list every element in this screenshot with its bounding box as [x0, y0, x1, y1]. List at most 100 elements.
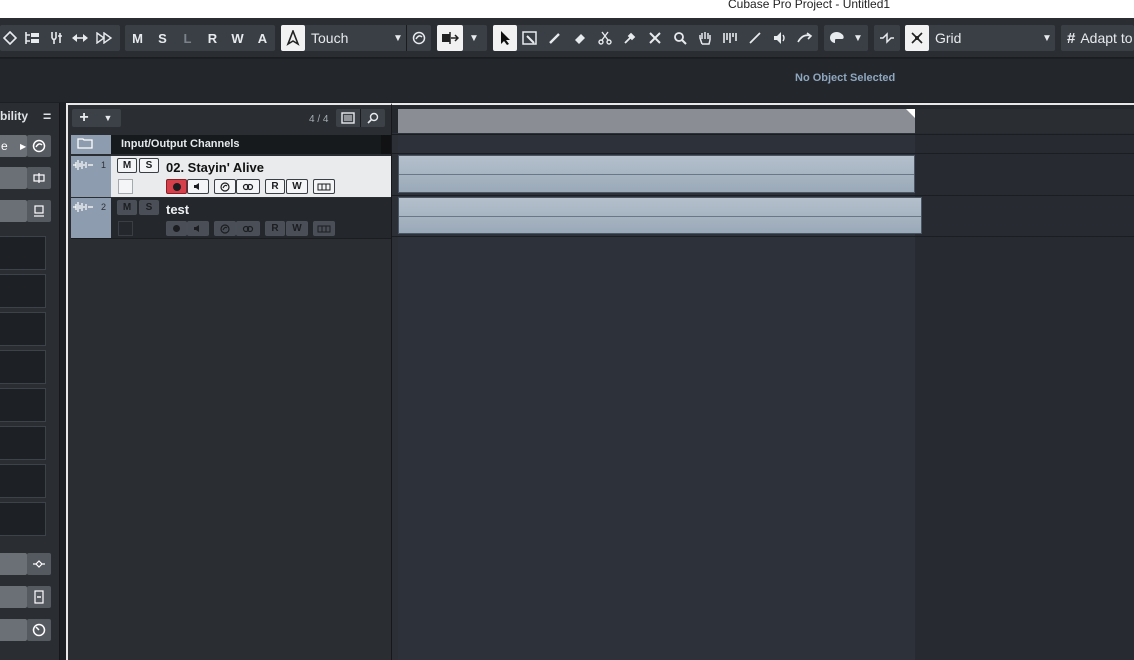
comp-icon[interactable]	[717, 25, 742, 51]
audio-track[interactable]: 2 M S test R W	[71, 198, 391, 239]
mute-tool-icon[interactable]	[642, 25, 667, 51]
insert-slot[interactable]	[0, 502, 46, 536]
edit-channel-button[interactable]	[214, 221, 236, 236]
color-select[interactable]: ▼	[824, 25, 868, 51]
line-icon[interactable]	[742, 25, 767, 51]
read-automation-button[interactable]: R	[265, 221, 285, 236]
monitor-button[interactable]	[187, 179, 209, 194]
warp-icon[interactable]	[792, 25, 817, 51]
primary-tool-select[interactable]: ▼	[437, 25, 487, 51]
routing-field[interactable]	[0, 553, 27, 575]
speaker-icon[interactable]	[767, 25, 792, 51]
hand-icon[interactable]	[692, 25, 717, 51]
automation-buttons: M S L R W A	[125, 25, 275, 51]
solo-all-button[interactable]: S	[150, 25, 175, 51]
routing-icon[interactable]	[27, 553, 51, 575]
output-icon[interactable]	[27, 200, 51, 222]
search-icon[interactable]	[360, 109, 385, 127]
fader-field[interactable]	[0, 586, 27, 608]
track-name[interactable]: test	[166, 202, 189, 217]
event-display[interactable]	[391, 103, 1134, 660]
fader-icon[interactable]	[27, 586, 51, 608]
snap-toggle[interactable]	[874, 25, 900, 51]
chevron-down-icon[interactable]: ▼	[96, 113, 120, 123]
zoom-icon[interactable]	[667, 25, 692, 51]
clock-field[interactable]	[0, 619, 27, 641]
ruler[interactable]	[392, 105, 1134, 133]
mute-all-button[interactable]: M	[125, 25, 150, 51]
quantize-select[interactable]: # Adapt to	[1061, 25, 1134, 51]
tuning-fork-icon[interactable]	[44, 25, 68, 51]
split-icon[interactable]	[592, 25, 617, 51]
solo-button[interactable]: S	[139, 158, 159, 173]
snap-icon	[874, 25, 900, 51]
track-list-icon[interactable]	[20, 25, 44, 51]
track-select-checkbox[interactable]	[118, 221, 133, 236]
lane-divider	[392, 236, 1134, 237]
marker-icon[interactable]	[0, 25, 20, 51]
edit-channel-button[interactable]	[214, 179, 236, 194]
link-button[interactable]	[236, 221, 260, 236]
add-track-button[interactable]: + ▼	[72, 109, 121, 127]
clock-icon[interactable]	[27, 619, 51, 641]
mute-button[interactable]: M	[117, 158, 137, 173]
forward-icon[interactable]	[92, 25, 116, 51]
insert-slot[interactable]	[0, 388, 46, 422]
range-select-icon[interactable]	[517, 25, 542, 51]
track-name[interactable]: 02. Stayin' Alive	[166, 160, 264, 175]
insert-slot[interactable]	[0, 312, 46, 346]
write-automation-button[interactable]: W	[286, 221, 308, 236]
glue-icon[interactable]	[617, 25, 642, 51]
inspector-row-clock[interactable]	[0, 619, 52, 641]
insert-slot[interactable]	[0, 350, 46, 384]
record-enable-button[interactable]	[166, 179, 187, 194]
snap-type-select[interactable]: Grid ▼	[905, 25, 1055, 51]
erase-icon[interactable]	[567, 25, 592, 51]
input-icon[interactable]	[27, 167, 51, 189]
lanes-button[interactable]	[313, 179, 335, 194]
insert-slot[interactable]	[0, 274, 46, 308]
write-all-button[interactable]: W	[225, 25, 250, 51]
input-routing-field[interactable]	[0, 167, 27, 189]
listen-button[interactable]: L	[175, 25, 200, 51]
folder-icon[interactable]	[77, 137, 93, 152]
track-visibility-icon[interactable]	[336, 109, 360, 127]
mute-button[interactable]: M	[117, 200, 137, 215]
record-enable-button[interactable]	[166, 221, 187, 236]
audio-event[interactable]	[398, 197, 922, 234]
menu-icon[interactable]: =	[43, 108, 51, 124]
insert-slot[interactable]	[0, 464, 46, 498]
folder-track[interactable]: Input/Output Channels	[71, 135, 391, 154]
solo-button[interactable]: S	[139, 200, 159, 215]
automation-mode-select[interactable]: Touch ▼	[281, 25, 431, 51]
draw-icon[interactable]	[542, 25, 567, 51]
visibility-tab[interactable]: bility	[0, 109, 28, 123]
edit-icon[interactable]	[27, 135, 51, 157]
write-automation-button[interactable]: W	[286, 179, 308, 194]
chevron-right-icon: ▶	[20, 141, 27, 151]
suspend-icon[interactable]	[407, 25, 431, 51]
link-button[interactable]	[236, 179, 260, 194]
locator-range[interactable]	[398, 109, 915, 133]
inspector-row-fader[interactable]	[0, 586, 52, 608]
window-title: Cubase Pro Project - Untitled1	[728, 0, 891, 11]
shift-icon[interactable]	[68, 25, 92, 51]
automation-panel-button[interactable]: A	[250, 25, 275, 51]
audio-event[interactable]	[398, 155, 915, 193]
inspector-row-edit[interactable]: e ▶	[0, 135, 52, 157]
object-select-icon[interactable]	[493, 25, 517, 51]
edit-tools	[493, 25, 818, 51]
inspector-row-output[interactable]	[0, 200, 52, 222]
inspector-row-input[interactable]	[0, 167, 52, 189]
inspector-row-routing[interactable]	[0, 553, 52, 575]
track-select-checkbox[interactable]	[118, 179, 133, 194]
output-routing-field[interactable]	[0, 200, 27, 222]
audio-track[interactable]: 1 M S 02. Stayin' Alive R W	[71, 156, 391, 197]
insert-slot[interactable]	[0, 426, 46, 460]
insert-slot[interactable]	[0, 236, 46, 270]
monitor-button[interactable]	[187, 221, 209, 236]
title-bar: Cubase Pro Project - Untitled1	[0, 0, 1134, 18]
read-automation-button[interactable]: R	[265, 179, 285, 194]
lanes-button[interactable]	[313, 221, 335, 236]
read-all-button[interactable]: R	[200, 25, 225, 51]
